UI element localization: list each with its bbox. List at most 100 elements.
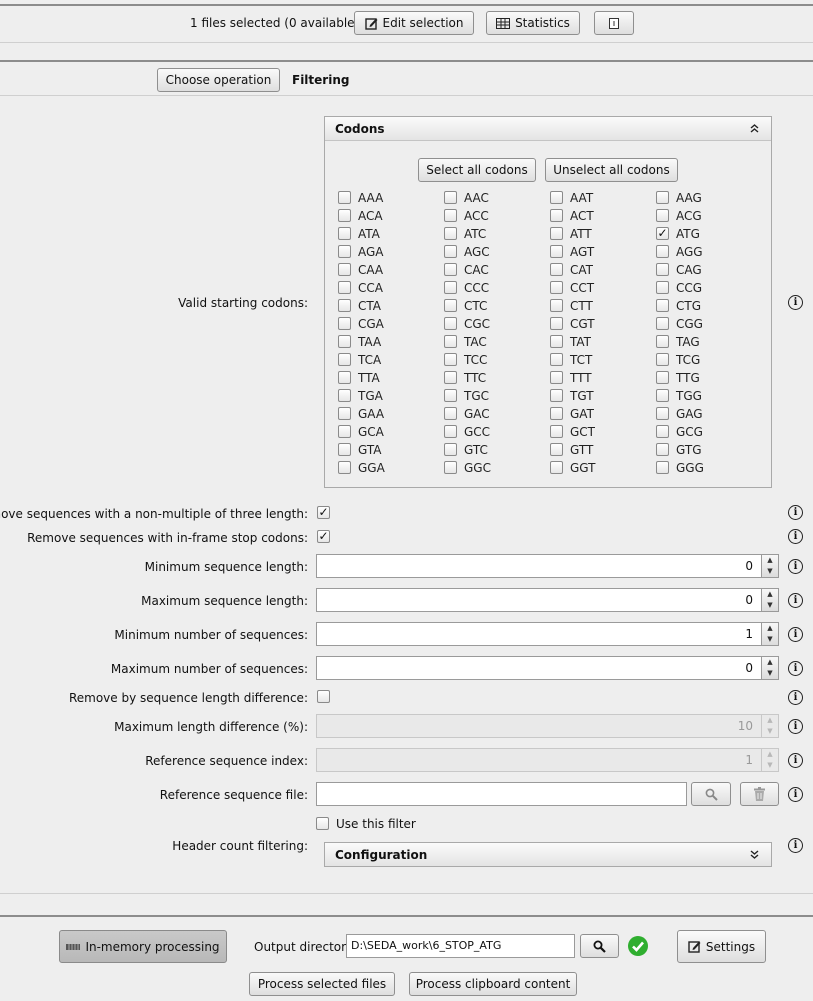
ref-seq-index-spinner[interactable]: ▲ ▼ — [762, 748, 779, 772]
codon-checkbox[interactable] — [444, 245, 457, 258]
select-all-codons-button[interactable]: Select all codons — [418, 158, 536, 182]
codon-checkbox[interactable] — [338, 281, 351, 294]
info-icon[interactable]: i — [788, 529, 803, 544]
max-num-seqs-spinner[interactable]: ▲ ▼ — [762, 656, 779, 680]
process-clipboard-button[interactable]: Process clipboard content — [409, 972, 577, 996]
choose-operation-button[interactable]: Choose operation — [157, 68, 280, 92]
codon-checkbox[interactable] — [338, 299, 351, 312]
codon-checkbox[interactable] — [656, 299, 669, 312]
codon-checkbox[interactable] — [338, 407, 351, 420]
codon-checkbox[interactable] — [338, 371, 351, 384]
settings-button[interactable]: Settings — [677, 930, 766, 963]
configuration-panel-header[interactable]: Configuration — [324, 842, 772, 867]
codon-checkbox[interactable] — [550, 245, 563, 258]
codon-checkbox[interactable] — [550, 209, 563, 222]
min-num-seqs-input[interactable]: 1 — [316, 622, 762, 646]
codon-checkbox[interactable] — [338, 245, 351, 258]
max-length-diff-spinner[interactable]: ▲ ▼ — [762, 714, 779, 738]
codon-checkbox[interactable] — [656, 443, 669, 456]
codon-checkbox[interactable] — [444, 407, 457, 420]
ref-seq-file-input[interactable] — [316, 782, 687, 806]
browse-output-button[interactable] — [580, 934, 619, 958]
codon-checkbox[interactable] — [656, 407, 669, 420]
codon-checkbox[interactable] — [338, 335, 351, 348]
codon-checkbox[interactable] — [656, 389, 669, 402]
codon-checkbox[interactable] — [550, 281, 563, 294]
codon-checkbox[interactable] — [550, 263, 563, 276]
info-icon[interactable]: i — [788, 505, 803, 520]
codon-checkbox[interactable] — [444, 389, 457, 402]
codon-checkbox[interactable] — [550, 353, 563, 366]
codon-checkbox[interactable] — [550, 299, 563, 312]
info-icon[interactable]: i — [788, 787, 803, 802]
codon-checkbox[interactable] — [338, 263, 351, 276]
codon-checkbox[interactable] — [444, 353, 457, 366]
use-this-filter-checkbox[interactable] — [316, 817, 329, 830]
codon-checkbox[interactable] — [338, 443, 351, 456]
codon-checkbox[interactable] — [550, 227, 563, 240]
info-icon[interactable]: i — [788, 593, 803, 608]
codon-checkbox[interactable] — [550, 317, 563, 330]
info-panel-button[interactable] — [594, 11, 634, 35]
max-num-seqs-input[interactable]: 0 — [316, 656, 762, 680]
browse-file-button[interactable] — [691, 782, 731, 806]
codon-checkbox[interactable] — [550, 407, 563, 420]
remove-non-multiple-checkbox[interactable]: ✓ — [317, 506, 330, 519]
codon-checkbox[interactable] — [550, 425, 563, 438]
remove-by-length-diff-checkbox[interactable] — [317, 690, 330, 703]
info-icon[interactable]: i — [788, 838, 803, 853]
info-icon[interactable]: i — [788, 753, 803, 768]
max-seq-length-spinner[interactable]: ▲ ▼ — [762, 588, 779, 612]
codon-checkbox[interactable] — [656, 353, 669, 366]
codon-checkbox[interactable] — [338, 227, 351, 240]
codon-checkbox[interactable] — [550, 443, 563, 456]
edit-selection-button[interactable]: Edit selection — [354, 11, 474, 35]
codon-checkbox[interactable] — [338, 353, 351, 366]
codon-checkbox[interactable] — [656, 245, 669, 258]
codon-checkbox[interactable] — [550, 371, 563, 384]
codon-checkbox[interactable] — [338, 461, 351, 474]
codon-checkbox[interactable] — [444, 191, 457, 204]
codon-checkbox[interactable] — [444, 299, 457, 312]
codon-checkbox[interactable] — [656, 281, 669, 294]
codon-checkbox[interactable] — [444, 317, 457, 330]
ref-seq-index-input[interactable]: 1 — [316, 748, 762, 772]
unselect-all-codons-button[interactable]: Unselect all codons — [545, 158, 678, 182]
codon-checkbox[interactable] — [338, 425, 351, 438]
codon-checkbox[interactable] — [444, 425, 457, 438]
codon-checkbox[interactable] — [444, 335, 457, 348]
in-memory-processing-toggle[interactable]: In-memory processing — [59, 930, 227, 963]
info-icon[interactable]: i — [788, 690, 803, 705]
codon-checkbox[interactable] — [444, 263, 457, 276]
clear-file-button[interactable] — [740, 782, 779, 806]
min-num-seqs-spinner[interactable]: ▲ ▼ — [762, 622, 779, 646]
max-seq-length-input[interactable]: 0 — [316, 588, 762, 612]
codon-checkbox[interactable] — [444, 443, 457, 456]
codon-checkbox[interactable] — [656, 317, 669, 330]
codon-checkbox[interactable] — [338, 317, 351, 330]
codons-panel-header[interactable]: Codons — [325, 117, 771, 141]
codon-checkbox[interactable] — [656, 191, 669, 204]
codon-checkbox[interactable] — [656, 425, 669, 438]
codon-checkbox[interactable] — [338, 209, 351, 222]
expand-icon[interactable] — [750, 850, 759, 859]
codon-checkbox[interactable] — [338, 191, 351, 204]
codon-checkbox[interactable] — [550, 461, 563, 474]
output-directory-input[interactable]: D:\SEDA_work\6_STOP_ATG — [346, 934, 575, 958]
codon-checkbox[interactable] — [656, 209, 669, 222]
codon-checkbox[interactable] — [444, 461, 457, 474]
process-selected-files-button[interactable]: Process selected files — [249, 972, 395, 996]
info-icon[interactable]: i — [788, 295, 803, 310]
codon-checkbox[interactable] — [550, 335, 563, 348]
codon-checkbox[interactable]: ✓ — [656, 227, 669, 240]
codon-checkbox[interactable] — [656, 371, 669, 384]
codon-checkbox[interactable] — [550, 191, 563, 204]
codon-checkbox[interactable] — [550, 389, 563, 402]
collapse-icon[interactable] — [750, 124, 759, 133]
codon-checkbox[interactable] — [656, 461, 669, 474]
info-icon[interactable]: i — [788, 627, 803, 642]
codon-checkbox[interactable] — [444, 227, 457, 240]
remove-stop-codons-checkbox[interactable]: ✓ — [317, 530, 330, 543]
info-icon[interactable]: i — [788, 661, 803, 676]
info-icon[interactable]: i — [788, 559, 803, 574]
